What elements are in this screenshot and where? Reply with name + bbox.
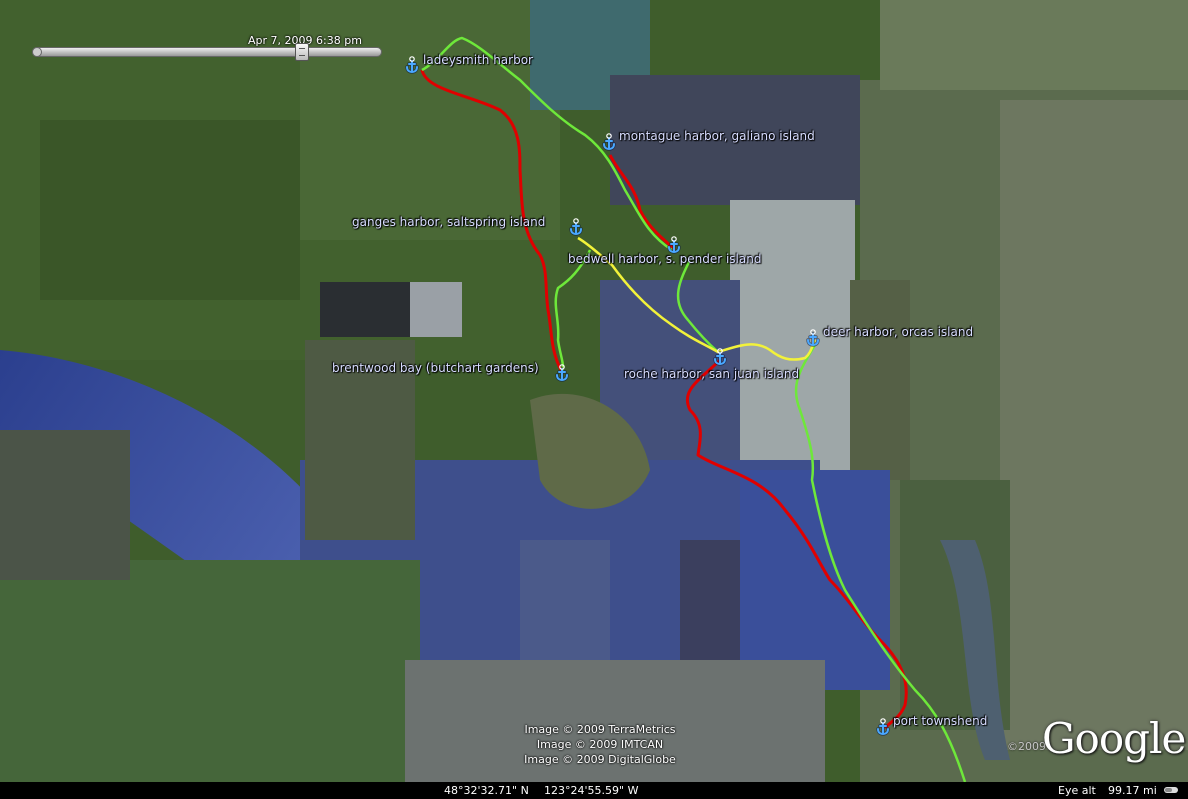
- label-deer-harbor[interactable]: deer harbor, orcas island: [823, 325, 973, 339]
- time-slider-handle-icon[interactable]: [295, 43, 309, 61]
- time-slider[interactable]: Apr 7, 2009 6:38 pm: [30, 34, 382, 62]
- credit-digitalglobe: Image © 2009 DigitalGlobe: [524, 753, 676, 766]
- longitude-readout: 123°24'55.59" W: [544, 784, 639, 797]
- route-green-path[interactable]: [421, 36, 967, 783]
- imagery-credits: Image © 2009 TerraMetrics Image © 2009 I…: [500, 722, 700, 767]
- label-port-townshend[interactable]: port townshend: [893, 714, 987, 728]
- label-bedwell-harbor[interactable]: bedwell harbor, s. pender island: [568, 252, 761, 266]
- label-ganges-harbor[interactable]: ganges harbor, saltspring island: [352, 215, 545, 229]
- time-slider-track[interactable]: [32, 47, 382, 57]
- time-slider-start-cap: [32, 47, 42, 57]
- label-brentwood-bay[interactable]: brentwood bay (butchart gardens): [332, 361, 539, 375]
- status-bar: 48°32'32.71" N 123°24'55.59" W Eye alt 9…: [0, 782, 1188, 799]
- route-red-path[interactable]: [420, 69, 908, 730]
- credit-imtcan: Image © 2009 IMTCAN: [536, 738, 664, 751]
- latitude-readout: 48°32'32.71" N: [444, 784, 529, 797]
- label-montague-harbor[interactable]: montague harbor, galiano island: [619, 129, 815, 143]
- anchor-icon[interactable]: [806, 329, 820, 347]
- label-roche-harbor[interactable]: roche harbor, san juan island: [624, 367, 799, 381]
- map-view[interactable]: Apr 7, 2009 6:38 pm ladeysmith harbor mo…: [0, 0, 1188, 799]
- anchor-icon[interactable]: [876, 718, 890, 736]
- label-ladeysmith-harbor[interactable]: ladeysmith harbor: [423, 53, 533, 67]
- streaming-indicator-icon: [1164, 787, 1178, 793]
- route-overlay: [405, 36, 967, 783]
- credit-terrametrics: Image © 2009 TerraMetrics: [524, 723, 676, 736]
- anchor-icon[interactable]: [667, 236, 681, 254]
- anchor-icon[interactable]: [569, 218, 583, 236]
- eye-alt-label: Eye alt: [1058, 784, 1096, 797]
- eye-alt-value: 99.17 mi: [1108, 784, 1157, 797]
- copyright-year: ©2009: [1007, 740, 1046, 753]
- google-logo: Google: [1042, 714, 1186, 763]
- anchor-icon[interactable]: [602, 133, 616, 151]
- anchor-icon[interactable]: [405, 56, 419, 74]
